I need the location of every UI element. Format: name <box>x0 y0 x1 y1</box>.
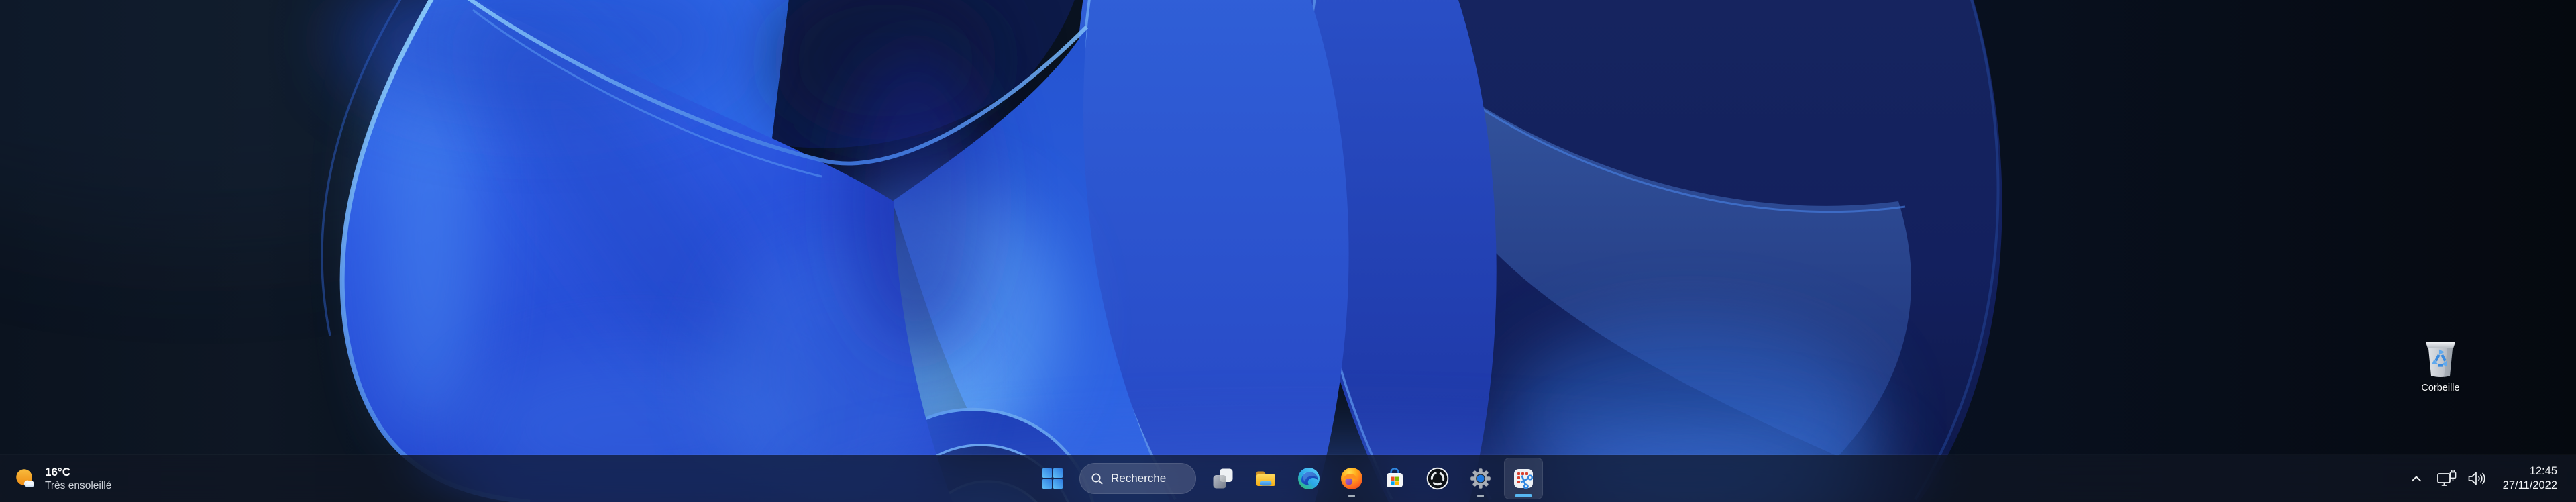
system-tray: 12:45 27/11/2022 <box>2407 455 2576 502</box>
folder-icon <box>1254 467 1277 490</box>
tray-network-volume[interactable] <box>2437 470 2487 487</box>
chevron-up-icon <box>2411 475 2422 482</box>
search-icon <box>1091 472 1104 485</box>
start-button[interactable] <box>1033 458 1072 499</box>
search-placeholder: Recherche <box>1111 472 1166 485</box>
task-view-button[interactable] <box>1203 458 1242 499</box>
weather-temperature: 16°C <box>45 466 111 479</box>
running-indicator <box>1348 495 1355 498</box>
weather-widget[interactable]: 16°C Très ensoleillé <box>0 455 125 502</box>
active-indicator <box>1515 494 1532 497</box>
running-indicator <box>1477 495 1484 498</box>
recycle-bin[interactable]: Corbeille <box>2415 340 2466 393</box>
weather-condition: Très ensoleillé <box>45 480 111 492</box>
edge-icon <box>1297 467 1320 490</box>
taskbar: 16°C Très ensoleillé <box>0 455 2576 502</box>
store-icon <box>1383 467 1406 490</box>
gear-icon <box>1469 467 1492 490</box>
file-explorer-button[interactable] <box>1246 458 1285 499</box>
recycle-bin-label: Corbeille <box>2421 383 2459 393</box>
taskbar-center: Recherche <box>1033 455 1543 502</box>
tray-clock[interactable]: 12:45 27/11/2022 <box>2503 464 2557 493</box>
tray-date: 27/11/2022 <box>2503 479 2557 493</box>
network-icon <box>2437 470 2457 487</box>
microsoft-store-button[interactable] <box>1375 458 1414 499</box>
snipping-tool-button[interactable] <box>1504 458 1543 499</box>
snipping-tool-icon <box>1512 467 1535 490</box>
obs-icon <box>1426 467 1449 490</box>
obs-studio-button[interactable] <box>1418 458 1457 499</box>
edge-button[interactable] <box>1289 458 1328 499</box>
wallpaper-bloom <box>0 0 2576 502</box>
sun-cloud-icon <box>13 467 36 490</box>
volume-icon <box>2467 470 2487 487</box>
windows-logo-icon <box>1042 468 1063 489</box>
firefox-icon <box>1340 467 1363 490</box>
firefox-button[interactable] <box>1332 458 1371 499</box>
desktop: Corbeille 16°C Très ens <box>0 0 2576 502</box>
tray-chevron-button[interactable] <box>2407 465 2426 492</box>
task-view-icon <box>1212 467 1234 490</box>
settings-button[interactable] <box>1461 458 1500 499</box>
taskbar-search[interactable]: Recherche <box>1079 463 1196 494</box>
recycle-bin-icon <box>2422 340 2459 380</box>
tray-time: 12:45 <box>2503 464 2557 479</box>
